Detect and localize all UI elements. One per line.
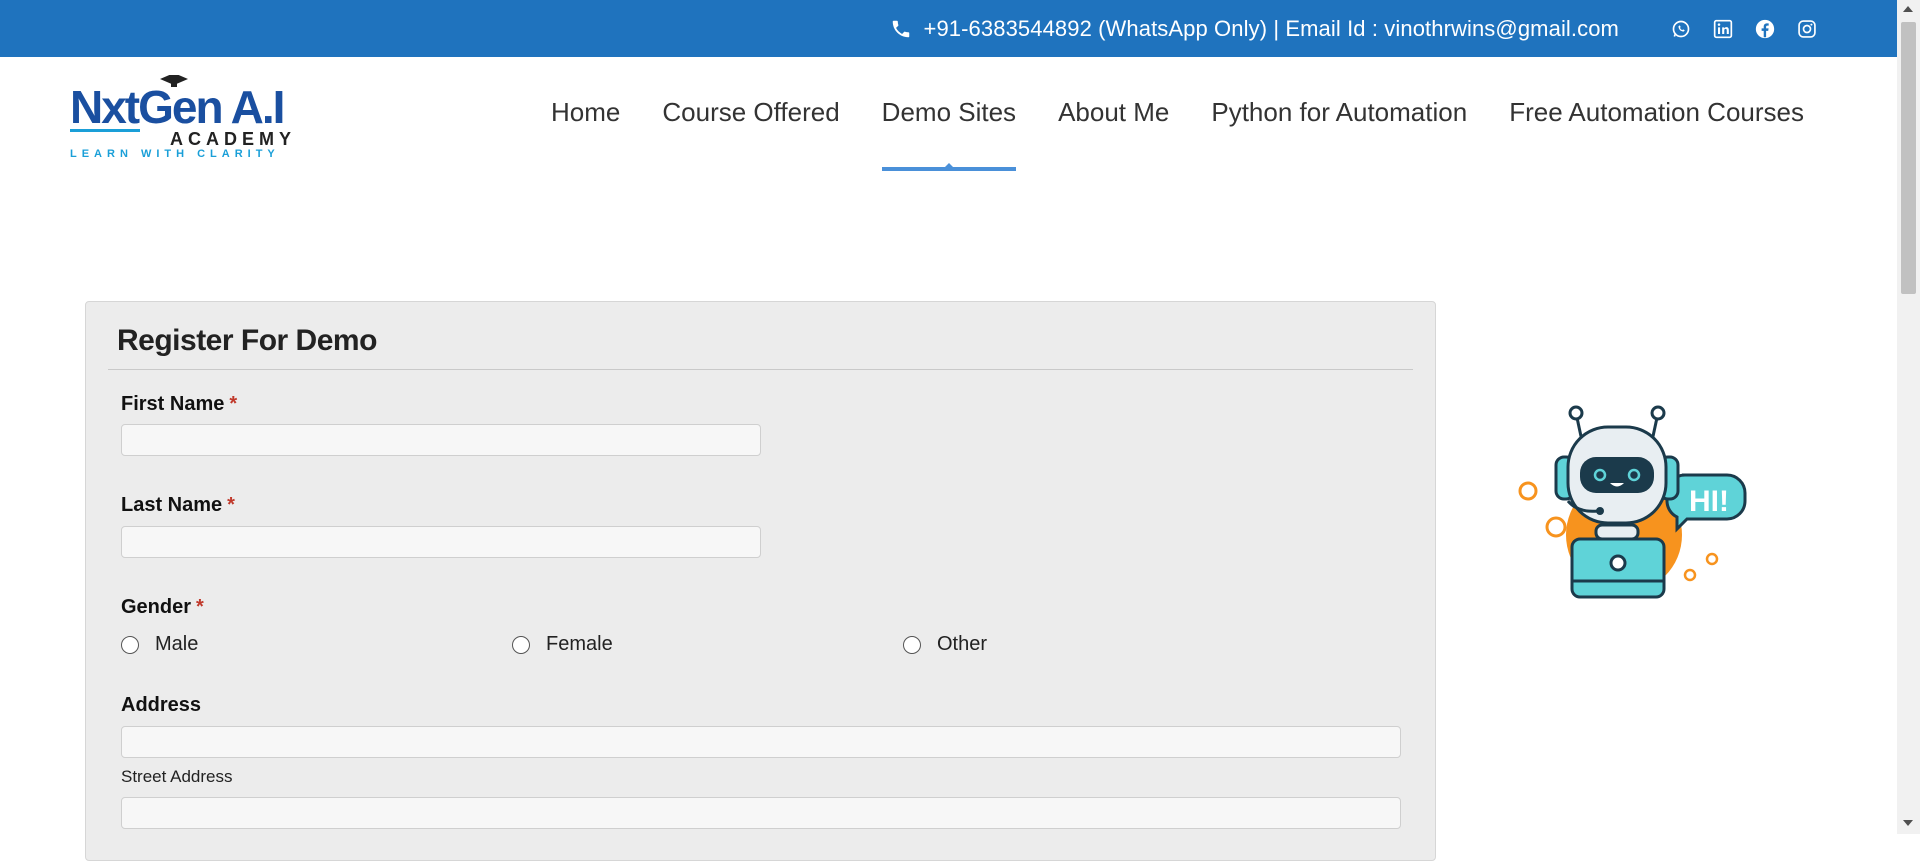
street-address-input[interactable] bbox=[121, 726, 1401, 758]
last-name-label: Last Name * bbox=[121, 494, 235, 517]
svg-text:ACADEMY: ACADEMY bbox=[170, 129, 296, 149]
scroll-down-arrow-icon[interactable] bbox=[1903, 820, 1913, 826]
nav-python-for-automation[interactable]: Python for Automation bbox=[1190, 57, 1488, 167]
address-line-2-input[interactable] bbox=[121, 797, 1401, 829]
nav-python-for-automation-label: Python for Automation bbox=[1211, 96, 1468, 127]
instagram-icon[interactable] bbox=[1795, 17, 1819, 41]
gender-option-other[interactable]: Other bbox=[903, 633, 987, 656]
social-links bbox=[1669, 17, 1819, 41]
gender-label-text: Gender bbox=[121, 596, 192, 618]
nav-about-me-label: About Me bbox=[1058, 96, 1170, 127]
site-header: NxtGen A.I ACADEMY LEARN WITH CLARITY Ho… bbox=[0, 57, 1897, 171]
register-form-card: Register For Demo First Name * Last Name *… bbox=[85, 301, 1436, 861]
nxtgen-academy-logo[interactable]: NxtGen A.I ACADEMY LEARN WITH CLARITY bbox=[70, 75, 310, 159]
page-scrollbar[interactable] bbox=[1897, 0, 1920, 834]
first-name-input[interactable] bbox=[121, 424, 761, 456]
main-nav: Home Course Offered Demo Sites About Me … bbox=[530, 57, 1825, 171]
nav-home-label: Home bbox=[551, 96, 621, 127]
male-radio[interactable] bbox=[121, 635, 139, 654]
svg-text:HI!: HI! bbox=[1689, 485, 1729, 518]
female-label: Female bbox=[546, 633, 613, 655]
contact-text: +91-6383544892 (WhatsApp Only) | Email I… bbox=[923, 15, 1619, 41]
top-contact-bar: +91-6383544892 (WhatsApp Only) | Email I… bbox=[0, 0, 1897, 57]
phone-icon bbox=[892, 20, 909, 37]
first-name-label: First Name * bbox=[121, 393, 237, 416]
scrollbar-thumb[interactable] bbox=[1901, 22, 1916, 294]
required-mark: * bbox=[196, 596, 204, 618]
required-mark: * bbox=[227, 494, 235, 516]
last-name-input[interactable] bbox=[121, 526, 761, 558]
nav-demo-sites[interactable]: Demo Sites bbox=[861, 57, 1037, 171]
gender-option-male[interactable]: Male bbox=[121, 633, 198, 656]
linkedin-icon[interactable] bbox=[1711, 17, 1735, 41]
other-radio[interactable] bbox=[903, 635, 921, 654]
scroll-up-arrow-icon[interactable] bbox=[1903, 6, 1913, 12]
facebook-icon[interactable] bbox=[1753, 17, 1777, 41]
title-divider bbox=[108, 369, 1413, 370]
svg-text:NxtGen A.I: NxtGen A.I bbox=[70, 81, 283, 133]
gender-label: Gender * bbox=[121, 596, 204, 619]
gender-option-female[interactable]: Female bbox=[512, 633, 613, 656]
robot-hi-illustration: HI! bbox=[1518, 405, 1747, 599]
required-mark: * bbox=[229, 393, 238, 415]
nav-free-automation-courses-label: Free Automation Courses bbox=[1509, 96, 1804, 127]
nav-course-offered-label: Course Offered bbox=[662, 96, 840, 127]
nav-demo-sites-label: Demo Sites bbox=[881, 96, 1017, 127]
nav-course-offered[interactable]: Course Offered bbox=[641, 57, 860, 167]
other-label: Other bbox=[937, 633, 988, 655]
whatsapp-icon[interactable] bbox=[1669, 17, 1693, 41]
street-address-label: Street Address bbox=[121, 767, 233, 786]
svg-text:LEARN WITH CLARITY: LEARN WITH CLARITY bbox=[70, 148, 280, 159]
nav-about-me[interactable]: About Me bbox=[1037, 57, 1190, 167]
last-name-label-text: Last Name bbox=[121, 494, 223, 516]
female-radio[interactable] bbox=[512, 635, 530, 654]
address-label: Address bbox=[121, 694, 202, 716]
form-title: Register For Demo bbox=[117, 324, 377, 357]
first-name-label-text: First Name bbox=[121, 393, 225, 415]
contact-info: +91-6383544892 (WhatsApp Only) | Email I… bbox=[890, 16, 1619, 42]
male-label: Male bbox=[155, 633, 199, 655]
nav-home[interactable]: Home bbox=[530, 57, 641, 167]
nav-free-automation-courses[interactable]: Free Automation Courses bbox=[1488, 57, 1825, 167]
